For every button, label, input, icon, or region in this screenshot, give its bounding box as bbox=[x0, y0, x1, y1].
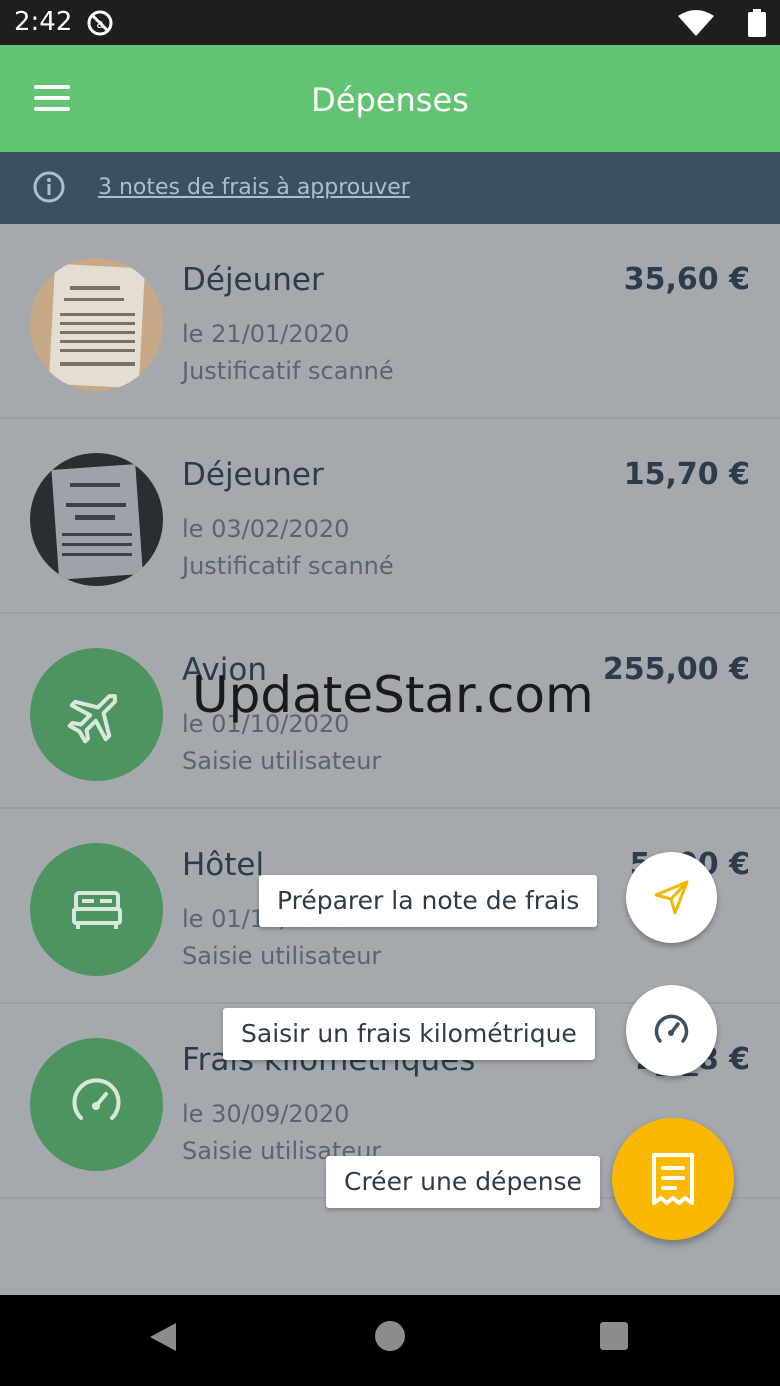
create-expense-button[interactable] bbox=[612, 1118, 734, 1240]
expense-date: le 21/01/2020 bbox=[182, 320, 350, 348]
expense-source: Saisie utilisateur bbox=[182, 747, 382, 775]
expense-source: Justificatif scanné bbox=[182, 357, 394, 385]
expense-row[interactable]: Déjeuner le 21/01/2020 Justificatif scan… bbox=[0, 224, 780, 419]
approval-banner: 3 notes de frais à approuver bbox=[0, 152, 780, 224]
expense-source: Justificatif scanné bbox=[182, 552, 394, 580]
send-icon bbox=[654, 880, 689, 915]
page-title: Dépenses bbox=[311, 81, 469, 119]
mileage-expense-button[interactable] bbox=[626, 985, 717, 1076]
speedometer-icon bbox=[654, 1014, 689, 1043]
status-bar: 2:42 a bbox=[0, 0, 780, 45]
prepare-report-label[interactable]: Préparer la note de frais bbox=[259, 875, 598, 927]
expense-row[interactable]: Déjeuner le 03/02/2020 Justificatif scan… bbox=[0, 419, 780, 614]
receipt-thumbnail bbox=[30, 453, 163, 586]
back-icon[interactable] bbox=[148, 1321, 178, 1353]
speedometer-icon bbox=[30, 1038, 163, 1171]
expense-name: Déjeuner bbox=[182, 457, 324, 493]
approval-link[interactable]: 3 notes de frais à approuver bbox=[98, 175, 410, 200]
receipt-thumbnail bbox=[30, 258, 163, 391]
expense-amount: 15,70 € bbox=[623, 457, 750, 492]
home-icon[interactable] bbox=[375, 1321, 405, 1351]
expense-name: Hôtel bbox=[182, 847, 265, 883]
prepare-report-button[interactable] bbox=[626, 852, 717, 943]
info-icon bbox=[33, 171, 65, 203]
wifi-icon bbox=[678, 10, 714, 36]
expense-source: Saisie utilisateur bbox=[182, 942, 382, 970]
expense-amount: 255,00 € bbox=[602, 652, 750, 687]
expense-date: le 30/09/2020 bbox=[182, 1100, 350, 1128]
expense-name: Déjeuner bbox=[182, 262, 324, 298]
do-not-disturb-icon: a bbox=[87, 10, 113, 36]
status-time: 2:42 bbox=[14, 7, 73, 37]
bed-icon bbox=[30, 843, 163, 976]
expense-date: le 03/02/2020 bbox=[182, 515, 350, 543]
app-bar: Dépenses bbox=[0, 45, 780, 152]
mileage-expense-label[interactable]: Saisir un frais kilométrique bbox=[223, 1008, 595, 1060]
receipt-icon bbox=[652, 1153, 694, 1205]
create-expense-label[interactable]: Créer une dépense bbox=[326, 1156, 600, 1208]
battery-icon bbox=[748, 9, 766, 37]
expense-amount: 35,60 € bbox=[623, 262, 750, 297]
svg-text:a: a bbox=[96, 17, 103, 31]
system-nav-bar bbox=[0, 1295, 780, 1386]
recent-apps-icon[interactable] bbox=[600, 1322, 628, 1350]
plane-icon bbox=[30, 648, 163, 781]
watermark: UpdateStar.com bbox=[192, 666, 594, 724]
